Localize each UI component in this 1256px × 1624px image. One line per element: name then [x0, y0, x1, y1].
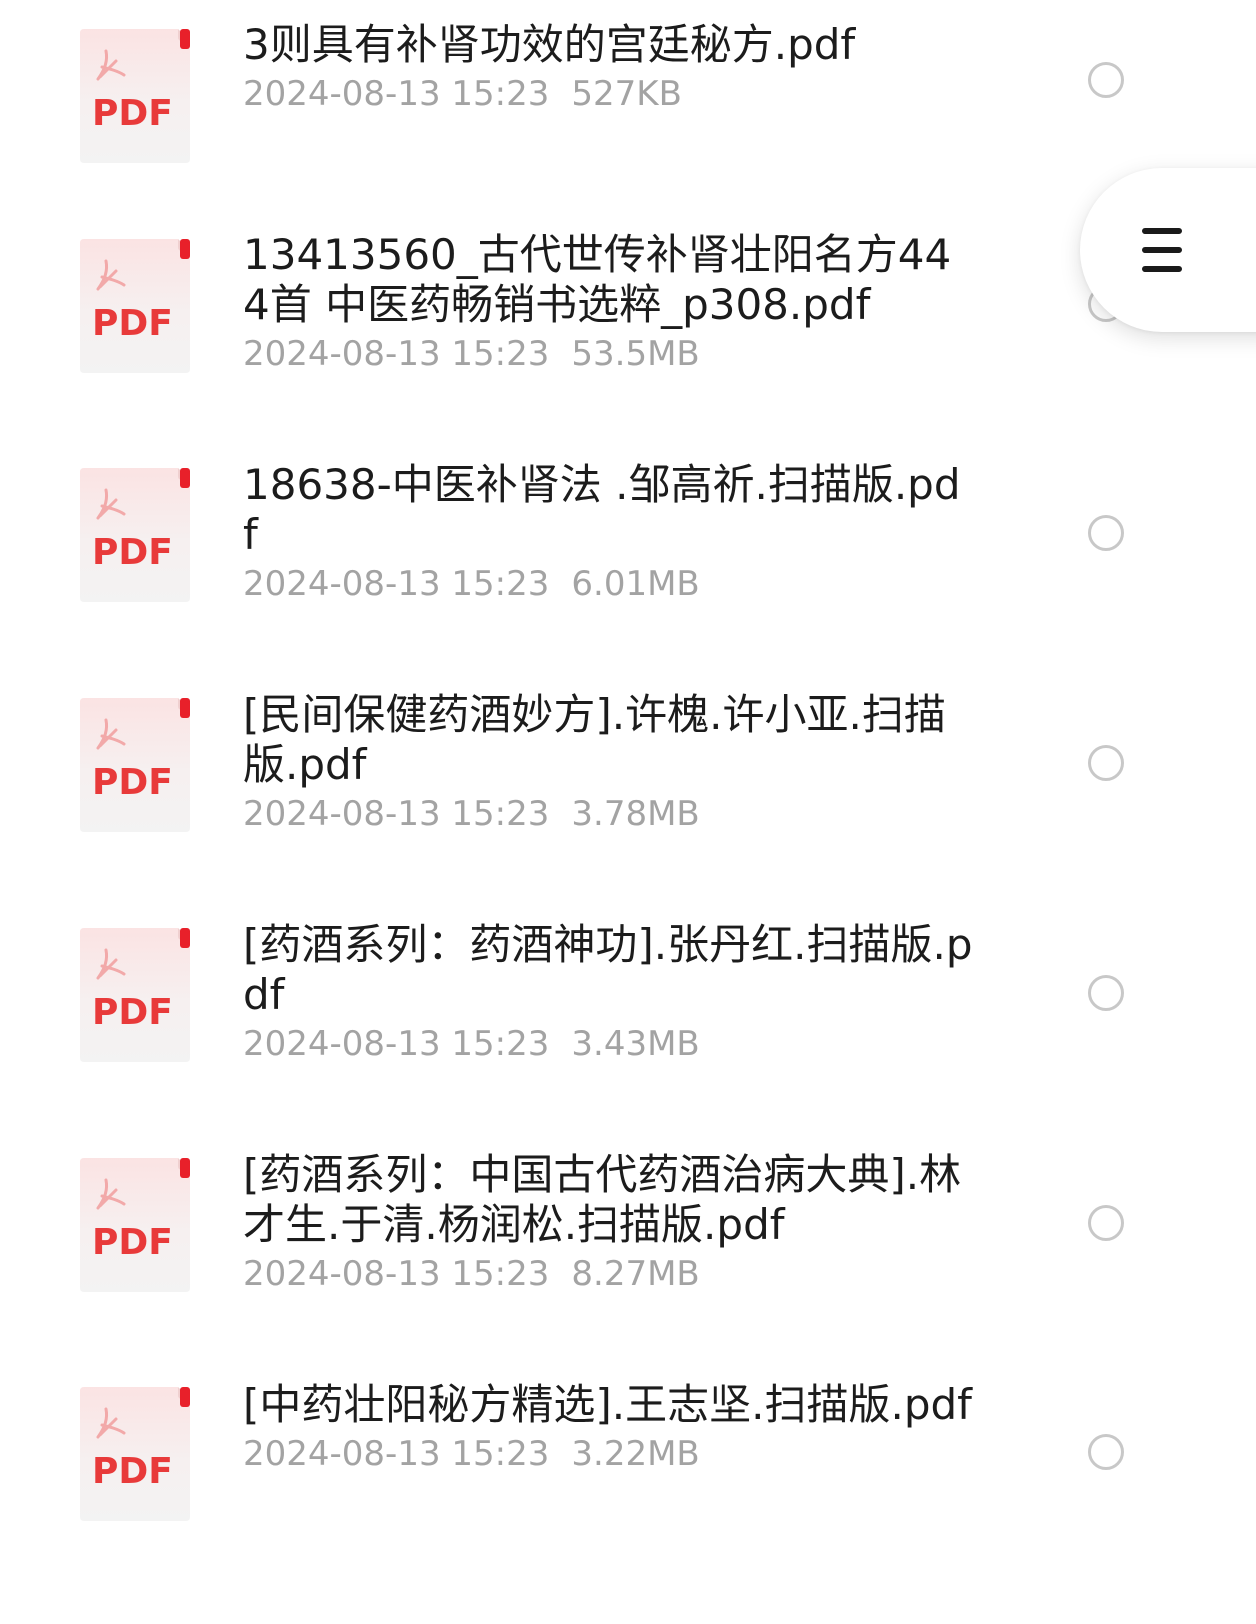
file-text: [民间保健药酒妙方].许槐.许小亚.扫描版.pdf 2024-08-13 15:2…: [243, 690, 973, 834]
select-radio[interactable]: [1088, 975, 1124, 1011]
select-radio[interactable]: [1088, 1205, 1124, 1241]
file-name: [民间保健药酒妙方].许槐.许小亚.扫描版.pdf: [243, 690, 946, 789]
file-meta: 2024-08-13 15:23 53.5MB: [243, 334, 973, 374]
select-radio[interactable]: [1088, 62, 1124, 98]
floating-menu-button[interactable]: [1080, 168, 1256, 332]
file-name: 18638-中医补肾法 .邹高祈.扫描版.pdf: [243, 460, 961, 559]
file-meta: 2024-08-13 15:23 3.22MB: [243, 1434, 973, 1474]
file-date: 2024-08-13 15:23: [243, 1434, 550, 1474]
pdf-file-icon: PDF: [78, 926, 192, 1064]
file-name: [中药壮阳秘方精选].王志坚.扫描版.pdf: [243, 1380, 972, 1429]
file-text: 18638-中医补肾法 .邹高祈.扫描版.pdf 2024-08-13 15:23…: [243, 460, 973, 604]
file-size: 53.5MB: [571, 334, 700, 374]
svg-text:PDF: PDF: [92, 303, 173, 344]
select-radio[interactable]: [1088, 1434, 1124, 1470]
file-text: 3则具有补肾功效的宫廷秘方.pdf 2024-08-13 15:23 527KB: [243, 20, 973, 114]
file-date: 2024-08-13 15:23: [243, 1254, 550, 1294]
file-name: [药酒系列：药酒神功].张丹红.扫描版.pdf: [243, 920, 973, 1019]
file-text: [药酒系列：中国古代药酒治病大典].林才生.于清.杨润松.扫描版.pdf 2024…: [243, 1150, 973, 1294]
pdf-file-icon: PDF: [78, 1385, 192, 1523]
pdf-file-icon: PDF: [78, 466, 192, 604]
file-row[interactable]: PDF [民间保健药酒妙方].许槐.许小亚.扫描版.pdf 2024-08-13 …: [0, 690, 1256, 920]
file-date: 2024-08-13 15:23: [243, 794, 550, 834]
file-row[interactable]: PDF [药酒系列：中国古代药酒治病大典].林才生.于清.杨润松.扫描版.pdf…: [0, 1150, 1256, 1380]
file-meta: 2024-08-13 15:23 8.27MB: [243, 1254, 973, 1294]
svg-text:PDF: PDF: [92, 1222, 173, 1263]
file-size: 6.01MB: [571, 564, 700, 604]
file-size: 3.22MB: [571, 1434, 700, 1474]
file-date: 2024-08-13 15:23: [243, 334, 550, 374]
file-row[interactable]: PDF 3则具有补肾功效的宫廷秘方.pdf 2024-08-13 15:23 527…: [0, 0, 1256, 230]
pdf-file-icon: PDF: [78, 1156, 192, 1294]
file-name: 13413560_古代世传补肾壮阳名方444首 中医药畅销书选粹_p308.pd…: [243, 230, 952, 329]
file-row[interactable]: PDF 13413560_古代世传补肾壮阳名方444首 中医药畅销书选粹_p30…: [0, 230, 1256, 460]
file-date: 2024-08-13 15:23: [243, 1024, 550, 1064]
svg-text:PDF: PDF: [92, 1451, 173, 1492]
file-meta: 2024-08-13 15:23 3.43MB: [243, 1024, 973, 1064]
file-text: 13413560_古代世传补肾壮阳名方444首 中医药畅销书选粹_p308.pd…: [243, 230, 973, 374]
pdf-file-icon: PDF: [78, 27, 192, 165]
file-text: [药酒系列：药酒神功].张丹红.扫描版.pdf 2024-08-13 15:23 3…: [243, 920, 973, 1064]
svg-text:PDF: PDF: [92, 762, 173, 803]
svg-text:PDF: PDF: [92, 992, 173, 1033]
file-row[interactable]: PDF [药酒系列：药酒神功].张丹红.扫描版.pdf 2024-08-13 15…: [0, 920, 1256, 1150]
file-row[interactable]: PDF 18638-中医补肾法 .邹高祈.扫描版.pdf 2024-08-13 1…: [0, 460, 1256, 690]
pdf-file-icon: PDF: [78, 696, 192, 834]
file-meta: 2024-08-13 15:23 527KB: [243, 74, 973, 114]
select-radio[interactable]: [1088, 745, 1124, 781]
pdf-file-icon: PDF: [78, 237, 192, 375]
svg-text:PDF: PDF: [92, 532, 173, 573]
file-list: PDF 3则具有补肾功效的宫廷秘方.pdf 2024-08-13 15:23 527…: [0, 0, 1256, 1624]
file-date: 2024-08-13 15:23: [243, 74, 550, 114]
file-name: [药酒系列：中国古代药酒治病大典].林才生.于清.杨润松.扫描版.pdf: [243, 1150, 962, 1249]
select-radio[interactable]: [1088, 515, 1124, 551]
file-size: 3.43MB: [571, 1024, 700, 1064]
file-size: 3.78MB: [571, 794, 700, 834]
file-size: 527KB: [571, 74, 682, 114]
file-name: 3则具有补肾功效的宫廷秘方.pdf: [243, 20, 856, 69]
file-text: [中药壮阳秘方精选].王志坚.扫描版.pdf 2024-08-13 15:23 3.…: [243, 1380, 973, 1474]
file-date: 2024-08-13 15:23: [243, 564, 550, 604]
file-size: 8.27MB: [571, 1254, 700, 1294]
hamburger-menu-icon: [1142, 228, 1182, 272]
file-meta: 2024-08-13 15:23 6.01MB: [243, 564, 973, 604]
svg-text:PDF: PDF: [92, 93, 173, 134]
file-meta: 2024-08-13 15:23 3.78MB: [243, 794, 973, 834]
file-row[interactable]: PDF [中药壮阳秘方精选].王志坚.扫描版.pdf 2024-08-13 15:…: [0, 1380, 1256, 1610]
